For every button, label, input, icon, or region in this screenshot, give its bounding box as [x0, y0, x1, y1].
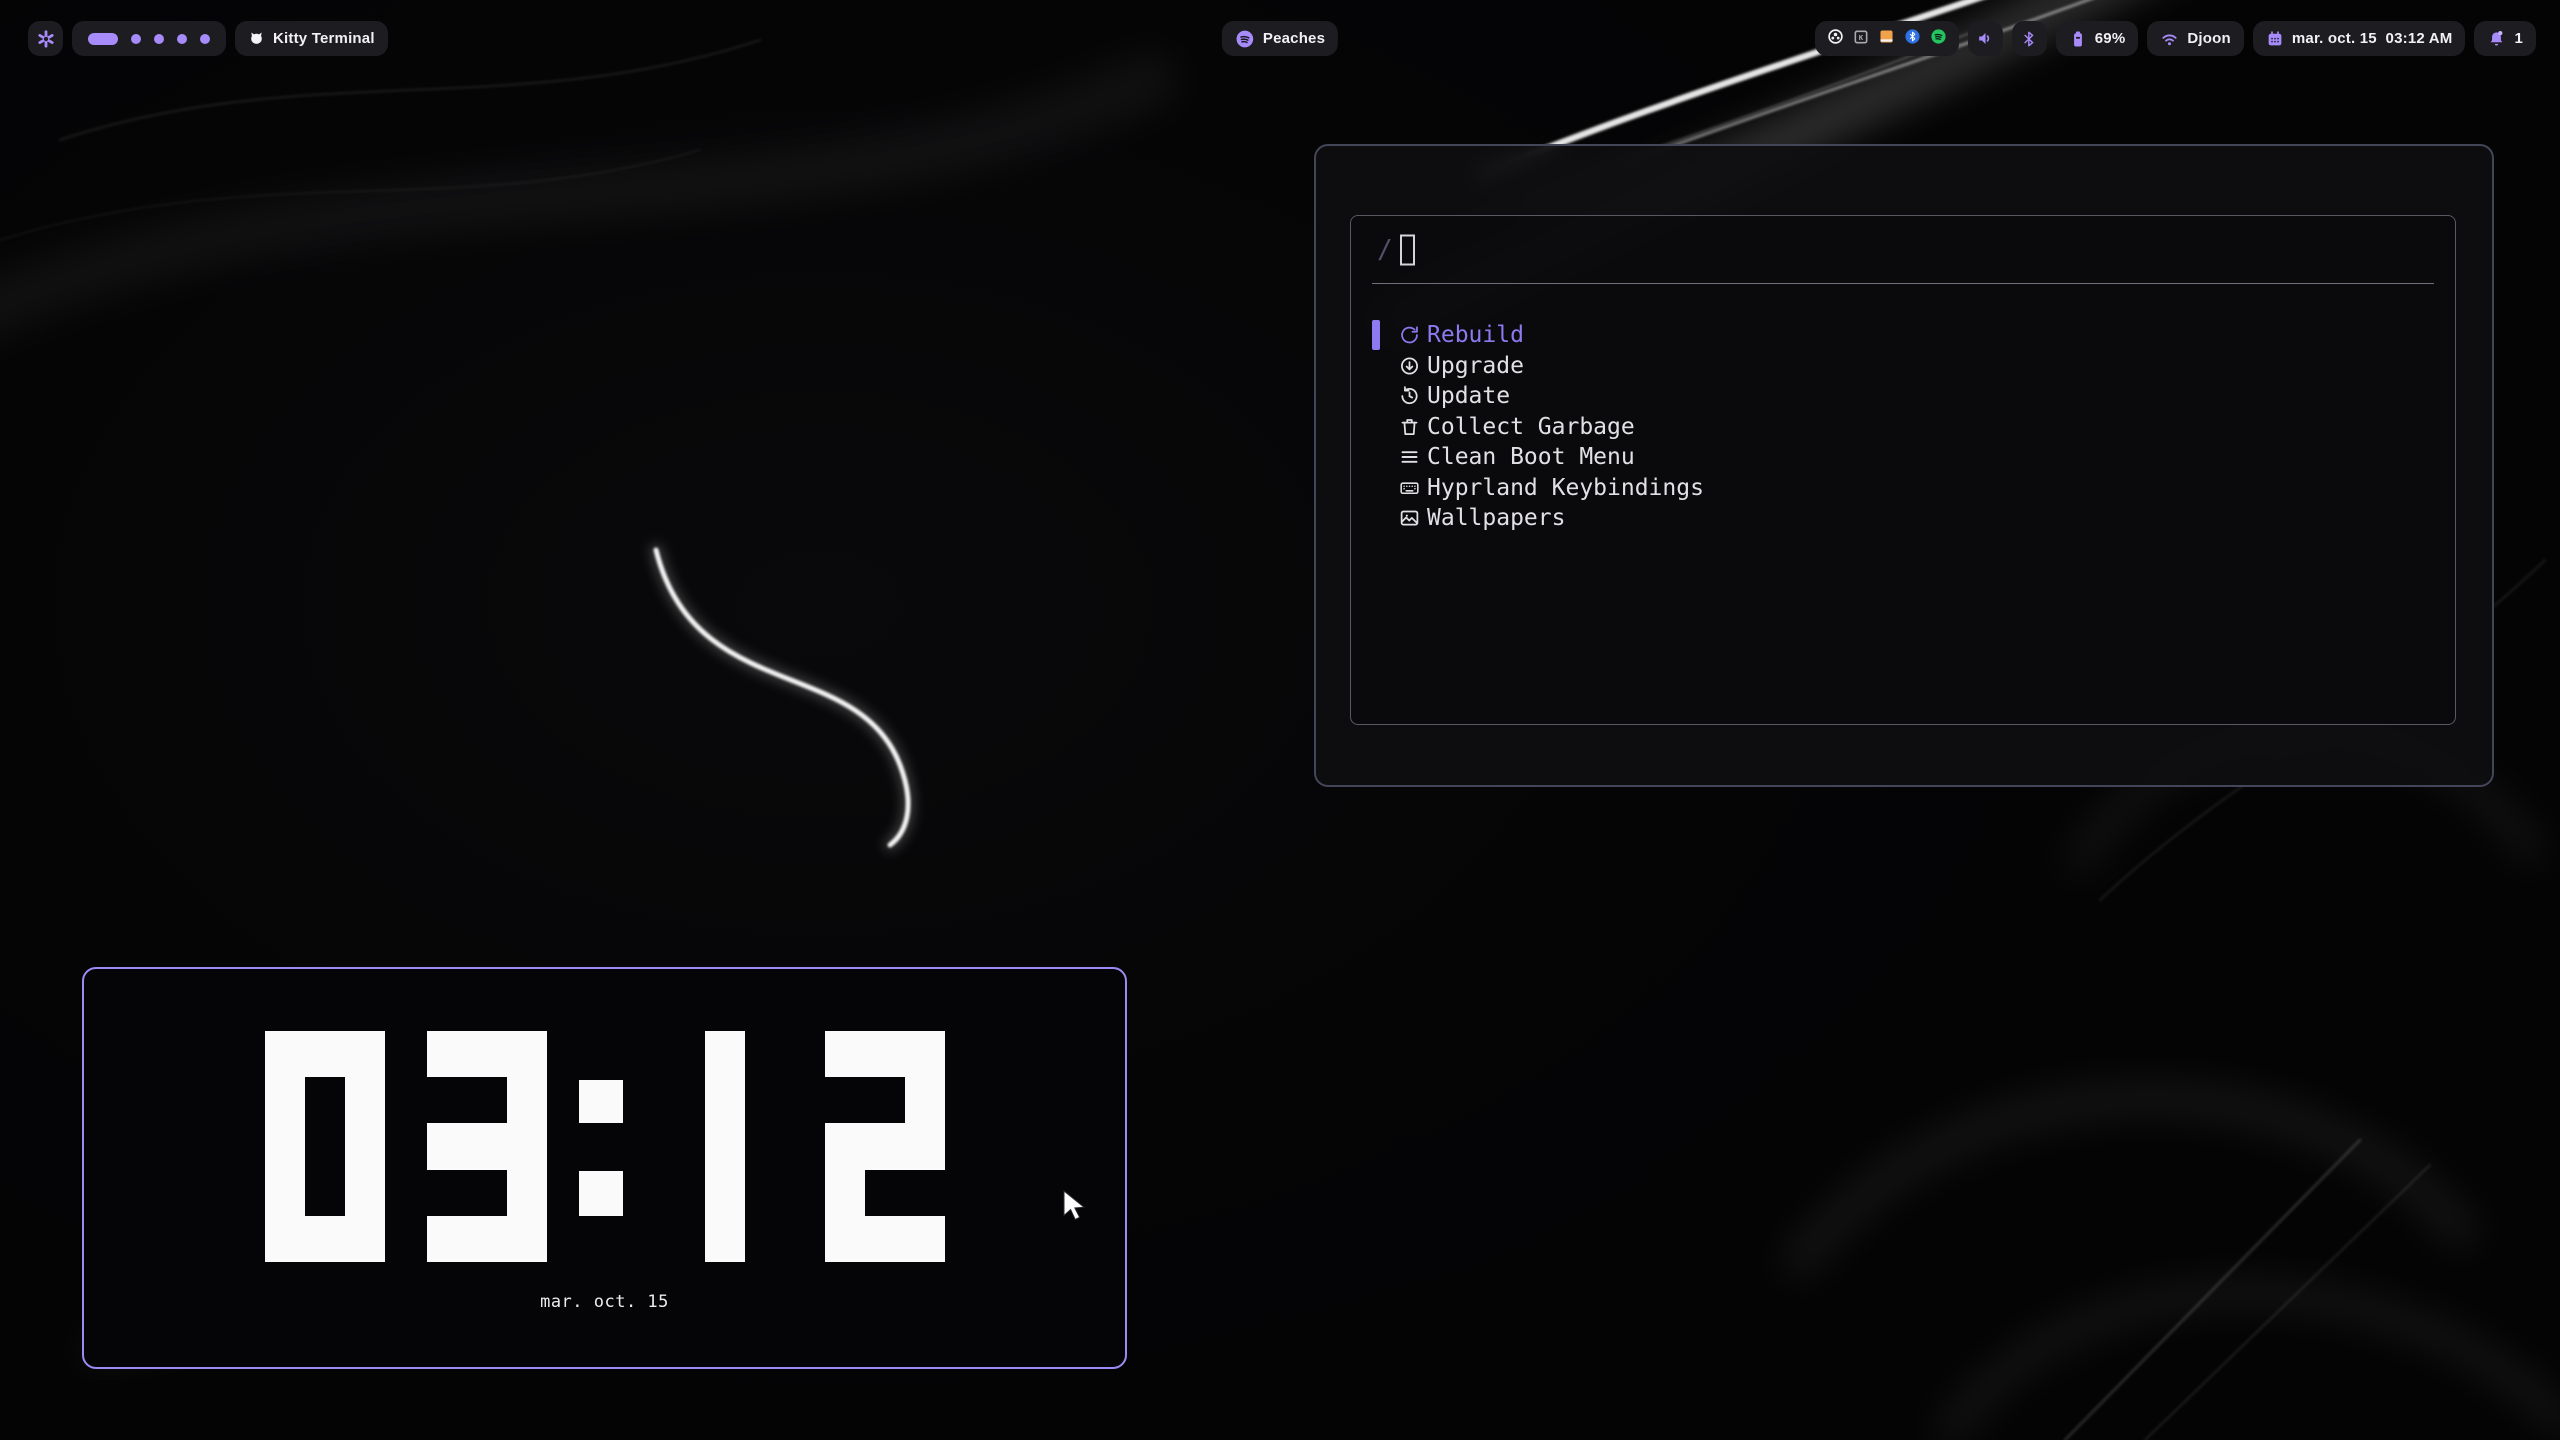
datetime-pill[interactable]: mar. oct. 15 03:12 AM	[2253, 21, 2466, 56]
menu-item-upgrade[interactable]: Upgrade	[1351, 351, 2455, 382]
digit-cutout	[825, 1077, 905, 1123]
battery-pill[interactable]: 69%	[2056, 21, 2139, 56]
workspace-active[interactable]	[88, 33, 118, 45]
workspace-2[interactable]	[131, 34, 141, 44]
launcher-button[interactable]	[28, 21, 63, 56]
active-window-pill[interactable]: Kitty Terminal	[235, 21, 388, 56]
datetime-text: mar. oct. 15 03:12 AM	[2292, 30, 2453, 47]
workspace-5[interactable]	[200, 34, 210, 44]
keyboard-icon	[1399, 477, 1420, 498]
workspace-indicator[interactable]	[72, 21, 226, 56]
keepassxc-tray-icon[interactable]: K	[1853, 29, 1869, 49]
launcher-inner-box: / Rebuild Upgrade Update Collect Garbage Cle…	[1350, 215, 2456, 725]
volume-button[interactable]	[1968, 21, 2003, 56]
menu-item-label: Upgrade	[1427, 353, 1524, 379]
download-circle-icon	[1399, 355, 1420, 376]
bluetooth-icon	[2020, 30, 2038, 48]
clock-colon-dot	[579, 1171, 623, 1216]
spotify-tray-icon[interactable]	[1930, 28, 1947, 49]
battery-percent: 69%	[2095, 30, 2126, 47]
system-tray[interactable]: K	[1815, 21, 1959, 56]
trash-icon	[1399, 416, 1420, 437]
menu-item-rebuild[interactable]: Rebuild	[1351, 320, 2455, 351]
menu-item-label: Collect Garbage	[1427, 414, 1635, 440]
workspace-3[interactable]	[154, 34, 164, 44]
menu-item-collect-garbage[interactable]: Collect Garbage	[1351, 412, 2455, 443]
history-icon	[1399, 386, 1420, 407]
top-bar: Kitty Terminal Peaches K	[0, 0, 2560, 76]
list-icon	[1399, 447, 1420, 468]
search-input[interactable]: /	[1351, 216, 2455, 284]
menu-item-label: Rebuild	[1427, 322, 1524, 348]
calendar-icon	[2266, 30, 2284, 48]
top-bar-left: Kitty Terminal	[28, 21, 388, 56]
nix-snowflake-icon	[36, 29, 56, 49]
network-ssid: Djoon	[2187, 30, 2231, 47]
mouse-cursor	[1062, 1190, 1088, 1222]
clock-colon-dot	[579, 1080, 623, 1124]
menu-item-clean-boot-menu[interactable]: Clean Boot Menu	[1351, 442, 2455, 473]
cat-icon	[248, 30, 265, 47]
digit-cutout	[865, 1170, 945, 1216]
launcher-menu: / Rebuild Upgrade Update Collect Garbage Cle…	[1314, 144, 2494, 787]
menu-item-wallpapers[interactable]: Wallpapers	[1351, 503, 2455, 534]
digit-cutout	[305, 1077, 345, 1216]
menu-item-label: Update	[1427, 383, 1510, 409]
clock-widget: mar. oct. 15	[82, 967, 1127, 1369]
clock-digit-3	[427, 1031, 547, 1262]
media-title: Peaches	[1263, 30, 1325, 47]
obs-tray-icon[interactable]	[1827, 28, 1844, 49]
text-cursor	[1400, 235, 1415, 266]
menu-item-update[interactable]: Update	[1351, 381, 2455, 412]
menu-item-label: Wallpapers	[1427, 505, 1565, 531]
files-tray-icon[interactable]	[1878, 28, 1895, 49]
menu-item-hyprland-keybindings[interactable]: Hyprland Keybindings	[1351, 473, 2455, 504]
menu-item-label: Hyprland Keybindings	[1427, 475, 1704, 501]
top-bar-right: K 69%	[1815, 21, 2536, 56]
menu-item-label: Clean Boot Menu	[1427, 444, 1635, 470]
clock-digit-2	[825, 1031, 945, 1262]
workspace-4[interactable]	[177, 34, 187, 44]
clock-digit-0	[265, 1031, 385, 1262]
clock-digit-1	[705, 1031, 745, 1262]
notifications-pill[interactable]: 1	[2474, 21, 2536, 56]
search-prompt: /	[1377, 235, 1393, 265]
media-pill[interactable]: Peaches	[1222, 21, 1338, 56]
battery-icon	[2069, 30, 2087, 48]
speaker-icon	[1976, 29, 1995, 48]
wifi-icon	[2160, 29, 2179, 48]
spotify-media-icon	[1235, 29, 1255, 49]
refresh-icon	[1399, 325, 1420, 346]
digit-cutout	[427, 1170, 507, 1216]
notification-count: 1	[2514, 30, 2523, 47]
bluetooth-button[interactable]	[2012, 21, 2047, 56]
image-icon	[1399, 508, 1420, 529]
digit-cutout	[427, 1077, 507, 1123]
bluetooth-tray-icon[interactable]	[1904, 28, 1921, 49]
bell-icon	[2487, 29, 2506, 48]
desktop: { "colors": { "accent": "#a78bfa", "sele…	[0, 0, 2560, 1440]
clock-date: mar. oct. 15	[84, 1292, 1125, 1312]
svg-text:K: K	[1858, 33, 1863, 42]
top-bar-center: Peaches	[1222, 21, 1338, 56]
network-pill[interactable]: Djoon	[2147, 21, 2244, 56]
window-title: Kitty Terminal	[273, 30, 375, 47]
menu-list: Rebuild Upgrade Update Collect Garbage Clean…	[1351, 285, 2455, 534]
selection-bar	[1372, 320, 1380, 350]
